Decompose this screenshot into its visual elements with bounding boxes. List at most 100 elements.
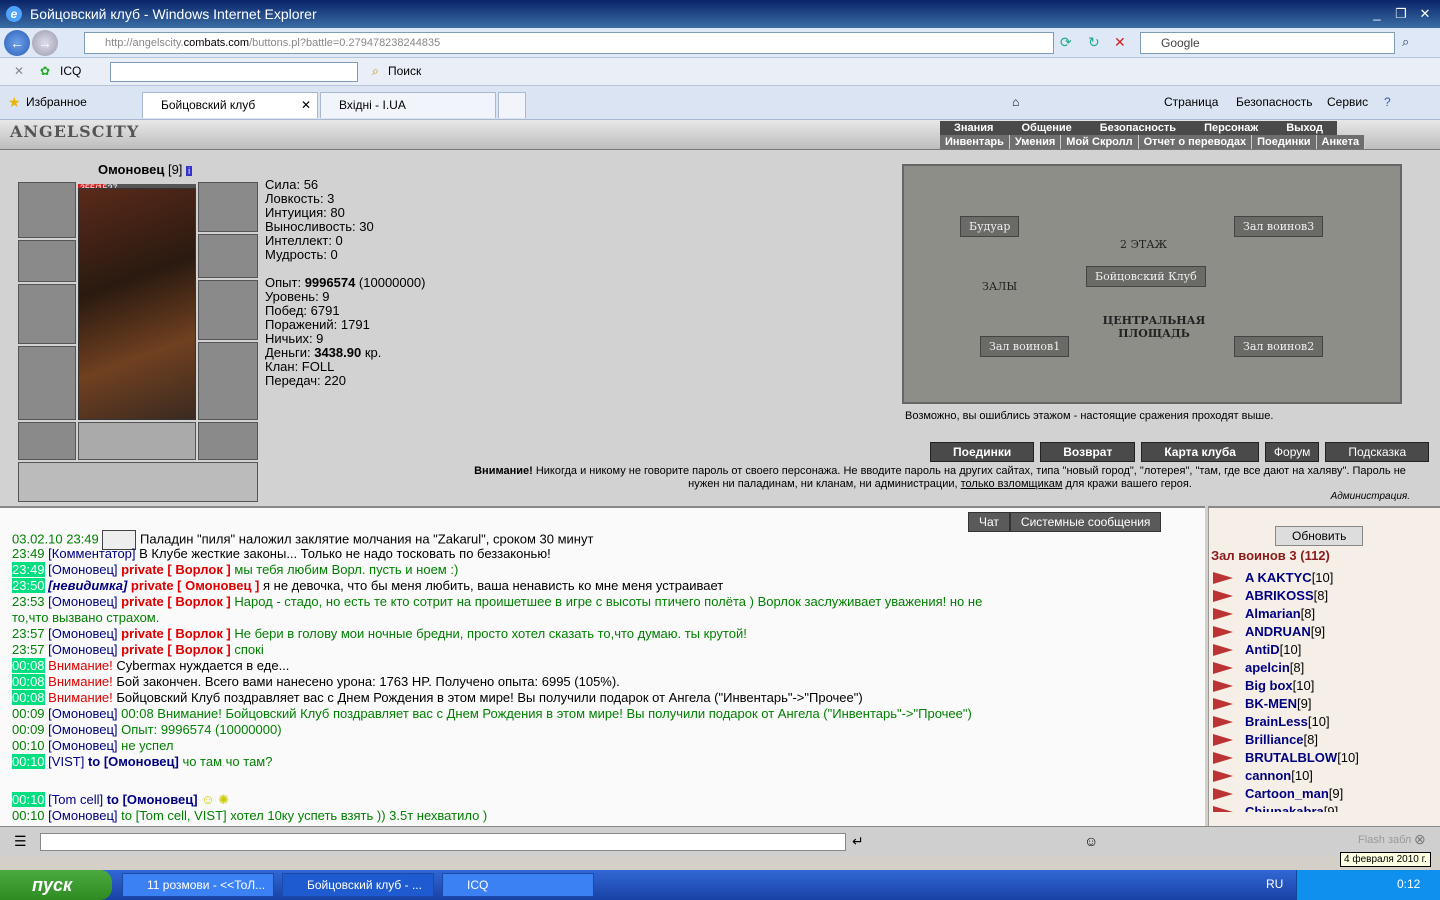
return-button[interactable]: Возврат	[1040, 442, 1136, 462]
send-icon[interactable]: ↵	[852, 833, 864, 850]
user-item[interactable]: cannon[10]	[1245, 768, 1313, 783]
chat-nick[interactable]: Комментатор	[52, 546, 132, 561]
start-button[interactable]: пуск	[0, 870, 112, 900]
search-toolbar-button[interactable]: Поиск	[388, 64, 421, 78]
tab-chat[interactable]: Чат	[968, 512, 1010, 532]
close-flash-icon[interactable]: ⊗	[1414, 831, 1426, 848]
menu-security[interactable]: Безопасность	[1236, 95, 1313, 109]
menu-communication[interactable]: Общение	[1007, 121, 1085, 135]
tab-fight-club[interactable]: Бойцовский клуб ✕	[142, 92, 318, 118]
menu-skills[interactable]: Умения	[1010, 135, 1062, 149]
user-item[interactable]: Almarian[8]	[1245, 606, 1315, 621]
new-tab-button[interactable]	[498, 92, 526, 118]
menu-duels[interactable]: Поединки	[1252, 135, 1317, 149]
hackers-link[interactable]: только взломщикам	[961, 478, 1063, 490]
chat-nick[interactable]: Омоновец	[52, 594, 114, 609]
user-item[interactable]: Cartoon_man[9]	[1245, 786, 1343, 801]
url-input[interactable]: http://angelscity.combats.com/buttons.pl…	[84, 32, 1054, 54]
menu-service[interactable]: Сервис	[1327, 95, 1368, 109]
gloves-slot[interactable]	[198, 234, 258, 278]
refresh-button[interactable]: Обновить	[1275, 526, 1364, 546]
user-item[interactable]: apelcin[8]	[1245, 660, 1304, 675]
user-item[interactable]: BrainLess[10]	[1245, 714, 1330, 729]
chat-nick[interactable]: Tom cell	[52, 792, 100, 807]
language-indicator[interactable]: RU	[1266, 877, 1283, 891]
armor-slot[interactable]	[18, 346, 76, 420]
map-room-fight-club[interactable]: Бойцовский Клуб	[1086, 266, 1206, 287]
tab-system-messages[interactable]: Системные сообщения	[1009, 512, 1162, 532]
menu-inventory[interactable]: Инвентарь	[940, 135, 1010, 149]
weapon-right-slot[interactable]	[198, 280, 258, 340]
menu-safety[interactable]: Безопасность	[1086, 121, 1190, 135]
user-item[interactable]: Brilliance[8]	[1245, 732, 1318, 747]
user-item[interactable]: BK-MEN[9]	[1245, 696, 1311, 711]
map-room-warriors1[interactable]: Зал воинов1	[980, 336, 1070, 357]
stop-icon[interactable]: ✕	[1114, 34, 1126, 51]
search-input[interactable]: Google	[1140, 32, 1395, 54]
rings-slots[interactable]	[78, 422, 196, 460]
map-room-warriors2[interactable]: Зал воинов2	[1234, 336, 1324, 357]
chat-nick[interactable]: Омоновец	[52, 562, 114, 577]
amulet-slot[interactable]	[198, 182, 258, 232]
flash-blocked[interactable]: Flash забл	[1358, 834, 1411, 846]
chat-nick[interactable]: Омоновец	[52, 722, 114, 737]
map-central-square[interactable]: ЦЕНТРАЛЬНАЯ ПЛОЩАДЬ	[1099, 314, 1209, 340]
hint-button[interactable]: Подсказка	[1325, 442, 1430, 462]
maximize-button[interactable]: ❐	[1390, 4, 1412, 24]
weapon-left-slot[interactable]	[18, 284, 76, 344]
map-room-warriors3[interactable]: Зал воинов3	[1234, 216, 1324, 237]
character-name[interactable]: Омоновец [9] i	[98, 162, 193, 177]
user-item[interactable]: ABRIKOSS[8]	[1245, 588, 1328, 603]
forward-button[interactable]: →	[32, 30, 58, 56]
user-item[interactable]: Chiupakabra[9]	[1245, 804, 1338, 812]
character-portrait[interactable]	[78, 188, 196, 420]
map-halls-label[interactable]: ЗАЛЫ	[982, 280, 1017, 293]
map-room-boudoir[interactable]: Будуар	[960, 216, 1020, 237]
duels-button[interactable]: Поединки	[930, 442, 1035, 462]
user-item[interactable]: AntiD[10]	[1245, 642, 1301, 657]
chat-nick[interactable]: Омоновец	[52, 738, 114, 753]
close-tab-icon[interactable]: ✕	[301, 93, 311, 117]
chat-nick[interactable]: Омоновец	[52, 642, 114, 657]
menu-knowledge[interactable]: Знания	[940, 121, 1007, 135]
chat-nick[interactable]: Омоновец	[52, 626, 114, 641]
user-item[interactable]: ANDRUAN[9]	[1245, 624, 1325, 639]
back-button[interactable]: ←	[4, 30, 30, 56]
menu-exit[interactable]: Выход	[1272, 121, 1337, 135]
help-icon[interactable]: ?	[1384, 95, 1391, 109]
chat-nick[interactable]: невидимка	[53, 578, 123, 593]
smiley-picker-icon[interactable]: ☺	[1084, 833, 1098, 849]
task-folder[interactable]: 11 розмови - <<ТоЛ...	[122, 873, 274, 897]
forum-button[interactable]: Форум	[1264, 442, 1320, 462]
minimize-button[interactable]: _	[1366, 4, 1388, 24]
effects-bar[interactable]	[18, 462, 258, 502]
menu-character[interactable]: Персонаж	[1190, 121, 1272, 135]
menu-my-scroll[interactable]: Мой Скролл	[1061, 135, 1139, 149]
chat-input[interactable]	[40, 833, 846, 851]
club-map-button[interactable]: Карта клуба	[1141, 442, 1259, 462]
chat-nick[interactable]: VIST	[52, 754, 81, 769]
legs-slot[interactable]	[198, 342, 258, 420]
chat-nick[interactable]: Омоновец	[52, 706, 114, 721]
chat-menu-icon[interactable]: ☰	[14, 833, 27, 850]
user-item[interactable]: A KAKTYC[10]	[1245, 570, 1333, 585]
home-icon[interactable]: ⌂	[1012, 95, 1019, 109]
search-icon[interactable]: ⌕	[1402, 34, 1409, 50]
toolbar-search-input[interactable]	[110, 62, 358, 82]
menu-transfer-report[interactable]: Отчет о переводах	[1139, 135, 1253, 149]
bracers-slot[interactable]	[18, 240, 76, 282]
belt-slot[interactable]	[18, 422, 76, 460]
boots-slot[interactable]	[198, 422, 258, 460]
refresh-icon[interactable]: ⟳	[1060, 34, 1072, 51]
task-ie[interactable]: Бойцовский клуб - ...	[282, 873, 434, 897]
clock[interactable]: 0:12	[1397, 877, 1420, 891]
helmet-slot[interactable]	[18, 182, 76, 238]
menu-profile[interactable]: Анкета	[1317, 135, 1366, 149]
close-toolbar-icon[interactable]: ✕	[14, 64, 24, 78]
icq-label[interactable]: ICQ	[60, 64, 81, 78]
task-icq[interactable]: ICQ	[442, 873, 594, 897]
user-item[interactable]: BRUTALBLOW[10]	[1245, 750, 1359, 765]
menu-page[interactable]: Страница	[1164, 95, 1218, 109]
chat-nick[interactable]: Омоновец	[52, 808, 114, 823]
user-item[interactable]: Big box[10]	[1245, 678, 1314, 693]
